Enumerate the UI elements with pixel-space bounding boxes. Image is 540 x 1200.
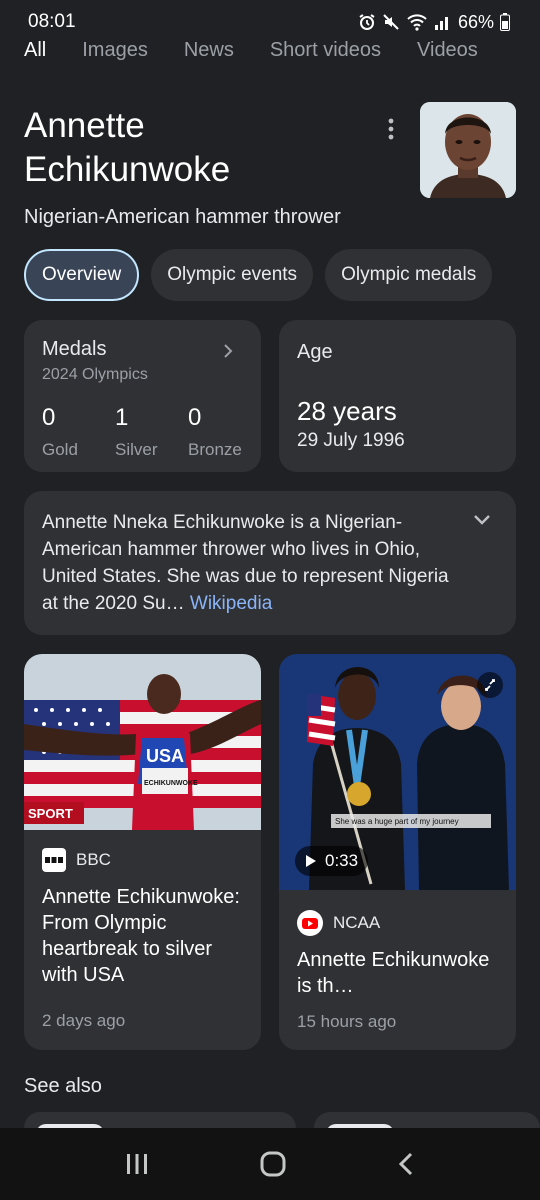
medal-silver: 1 Silver [115,404,158,460]
back-icon[interactable] [396,1151,416,1177]
fullscreen-icon[interactable] [477,672,503,698]
tab-videos[interactable]: Videos [417,35,478,62]
more-options-icon[interactable] [382,116,400,142]
medal-silver-label: Silver [115,440,158,459]
entity-title: Annette Echikunwoke [24,104,354,192]
news-source-name: BBC [76,850,111,869]
age-card: Age 28 years 29 July 1996 [279,320,516,472]
play-icon [306,855,316,867]
search-tabs: All Images News Short videos Videos [0,28,540,68]
system-navigation-bar [0,1128,540,1200]
expand-chevron-icon[interactable] [472,513,492,527]
entity-name-line2: Echikunwoke [24,150,231,189]
entity-subtitle: Nigerian-American hammer thrower [24,206,341,228]
age-title: Age [297,341,333,363]
medal-bronze: 0 Bronze [188,404,242,460]
chip-olympic-events[interactable]: Olympic events [151,249,314,301]
news-source-name: NCAA [333,913,381,932]
jersey-text: USA [146,746,184,766]
recent-apps-icon[interactable] [124,1152,150,1176]
tab-short-videos[interactable]: Short videos [270,35,381,62]
video-caption: She was a huge part of my journey [335,817,459,826]
medal-gold-count: 0 [42,404,56,431]
description-text: Annette Nneka Echikunwoke is a Nigerian-… [42,509,452,617]
news-source: NCAA [297,910,380,936]
news-headline: Annette Echikunwoke: From Olympic heartb… [42,886,240,986]
chip-olympic-medals[interactable]: Olympic medals [325,249,493,301]
medal-bronze-label: Bronze [188,440,242,459]
entity-photo[interactable] [420,102,516,198]
description-card[interactable]: Annette Nneka Echikunwoke is a Nigerian-… [24,491,516,635]
youtube-logo-icon [297,910,323,936]
tab-news[interactable]: News [184,35,234,62]
filter-chips: Overview Olympic events Olympic medals [24,249,540,303]
medal-silver-count: 1 [115,404,129,431]
medals-card[interactable]: Medals 2024 Olympics 0 Gold 1 Silver 0 B… [24,320,261,472]
chip-overview[interactable]: Overview [24,249,140,301]
medal-gold: 0 Gold [42,404,78,460]
date-of-birth: 29 July 1996 [297,430,405,451]
news-time: 15 hours ago [297,1012,397,1031]
news-thumbnail: USA ECHIKUNWOKE SPORT [24,654,261,830]
wikipedia-link[interactable]: Wikipedia [190,593,272,614]
video-duration-badge: 0:33 [295,846,369,876]
portrait-image [420,102,516,198]
chevron-right-icon [224,344,233,358]
sport-watermark: SPORT [28,806,73,821]
bbc-logo-icon [42,848,66,872]
see-also-heading: See also [24,1075,102,1097]
news-time: 2 days ago [42,1011,126,1030]
video-duration: 0:33 [325,851,359,870]
entity-name-line1: Annette [24,106,145,145]
bib-text: ECHIKUNWOKE [144,780,198,787]
medals-subtitle: 2024 Olympics [42,366,148,383]
home-icon[interactable] [259,1150,287,1178]
tab-all[interactable]: All [24,35,46,62]
medals-title: Medals [42,338,107,360]
tab-images[interactable]: Images [82,35,148,62]
medal-gold-label: Gold [42,440,78,459]
news-card-bbc[interactable]: USA ECHIKUNWOKE SPORT BBC Annette Echiku… [24,654,261,1050]
news-source: BBC [42,848,111,872]
age-value: 28 years [297,396,397,426]
medal-bronze-count: 0 [188,404,202,431]
news-card-ncaa[interactable]: She was a huge part of my journey 0:33 N… [279,654,516,1050]
news-headline: Annette Echikunwoke is th… [297,949,490,997]
